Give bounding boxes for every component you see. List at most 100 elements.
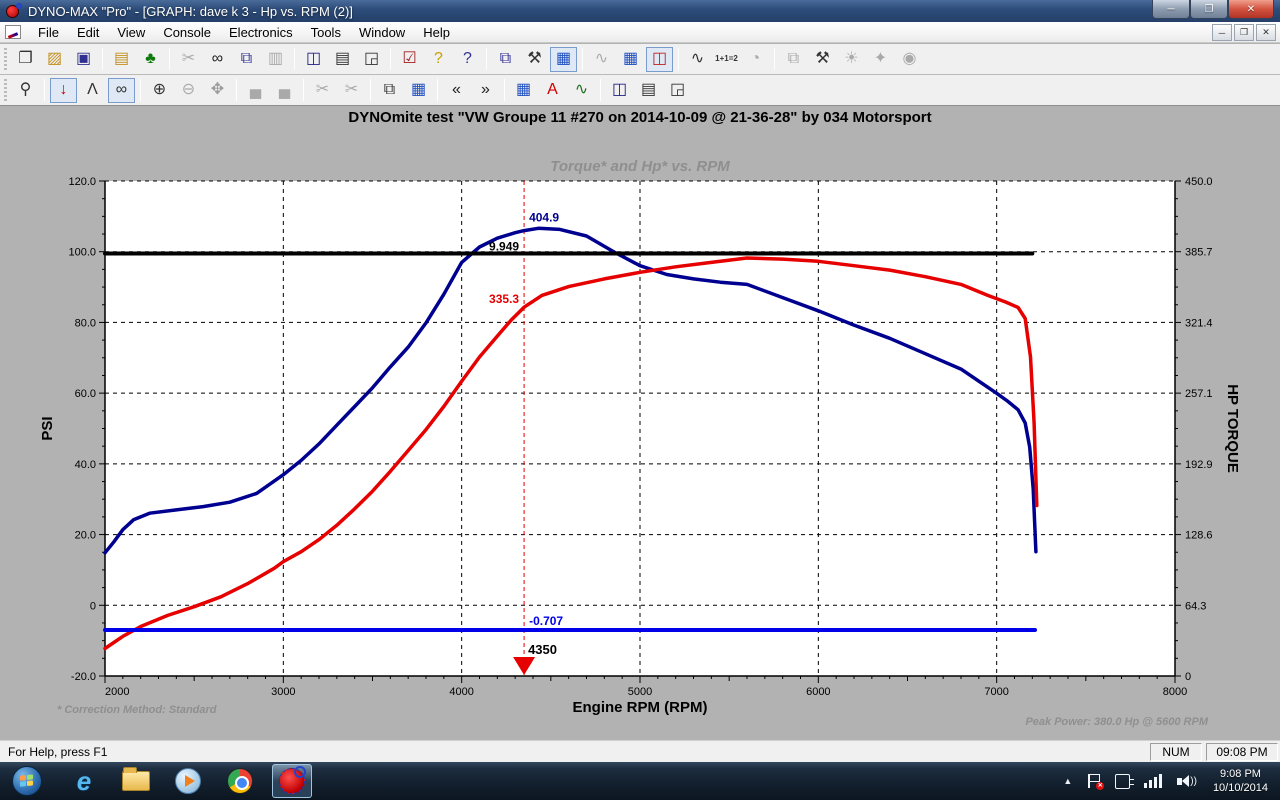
menu-window[interactable]: Window: [350, 23, 414, 42]
configure-2-button[interactable]: ⚒: [809, 47, 836, 72]
zoom-out-button: ⊖: [175, 78, 202, 103]
shift-down-button: ▄: [271, 78, 298, 103]
gauge-button: ◔: [742, 47, 769, 72]
dyno-max-icon: [279, 768, 305, 794]
clock[interactable]: 9:08 PM 10/10/2014: [1205, 767, 1280, 795]
waveform-button[interactable]: ∿: [684, 47, 711, 72]
graph-colors-button[interactable]: ▦: [510, 78, 537, 103]
toolbar-grip-2[interactable]: [4, 79, 7, 101]
x-tick-label: 8000: [1163, 686, 1187, 698]
torque-cursor-value: 404.9: [529, 211, 559, 225]
left-tick-label: 0: [90, 600, 96, 612]
new-document-button[interactable]: ❐: [12, 47, 39, 72]
safely-remove-icon[interactable]: [1115, 774, 1130, 789]
preview-2-button[interactable]: ◲: [664, 78, 691, 103]
toolbar-separator: [102, 48, 103, 70]
start-button[interactable]: [12, 766, 42, 796]
left-tick-label: 100.0: [68, 247, 96, 259]
cut-button: ✂: [175, 47, 202, 72]
toolbar-grip[interactable]: [4, 48, 7, 70]
toolbar-separator: [774, 48, 775, 70]
status-clock: 09:08 PM: [1206, 743, 1278, 761]
graph-appearance-button[interactable]: ▦: [550, 47, 577, 72]
tree-view-button[interactable]: ♣: [137, 47, 164, 72]
run-checklist-button[interactable]: ☑: [396, 47, 423, 72]
menu-edit[interactable]: Edit: [68, 23, 108, 42]
open-file-button[interactable]: ▨: [41, 47, 68, 72]
cascade-small-button[interactable]: ⧉: [376, 78, 403, 103]
child-window-icon[interactable]: [5, 25, 21, 39]
pin-button[interactable]: ⚲: [12, 78, 39, 103]
correction-footnote: * Correction Method: Standard: [57, 704, 217, 716]
data-grid-button[interactable]: ▦: [617, 47, 644, 72]
taskbar-chrome[interactable]: [220, 764, 260, 798]
overlay-runs-button[interactable]: ∿: [568, 78, 595, 103]
system-tray: ▲ ✕ )) 9:08 PM 10/10/2014: [1055, 767, 1280, 795]
toolbar-separator: [486, 48, 487, 70]
cursor-drop-button[interactable]: ↓: [50, 78, 77, 103]
context-help-button[interactable]: ?: [454, 47, 481, 72]
child-close-button[interactable]: ✕: [1256, 24, 1276, 41]
book-2-button[interactable]: ◫: [606, 78, 633, 103]
trim-start-button: ✂: [309, 78, 336, 103]
cascade-windows-button[interactable]: ⧉: [492, 47, 519, 72]
chart-plot[interactable]: 2000300040005000600070008000120.0100.080…: [0, 106, 1280, 740]
taskbar-windows-explorer[interactable]: [116, 764, 156, 798]
menu-help[interactable]: Help: [414, 23, 459, 42]
graph-page: DYNOmite test "VW Groupe 11 #270 on 2014…: [0, 106, 1280, 740]
prev-run-button[interactable]: «: [443, 78, 470, 103]
x-tick-label: 3000: [271, 686, 295, 698]
child-minimize-button[interactable]: ─: [1212, 24, 1232, 41]
save-button[interactable]: ▣: [70, 47, 97, 72]
close-button[interactable]: ✕: [1228, 0, 1274, 19]
menu-console[interactable]: Console: [154, 23, 220, 42]
restore-button[interactable]: ❐: [1190, 0, 1228, 19]
action-center-icon[interactable]: ✕: [1087, 773, 1101, 789]
menu-electronics[interactable]: Electronics: [220, 23, 302, 42]
right-tick-label: 385.7: [1185, 247, 1213, 259]
find-button[interactable]: ∞: [204, 47, 231, 72]
child-restore-button[interactable]: ❐: [1234, 24, 1254, 41]
hp-cursor-value: 335.3: [489, 292, 519, 306]
x-tick-label: 2000: [105, 686, 129, 698]
trim-end-button: ✂: [338, 78, 365, 103]
tray-expand-icon[interactable]: ▲: [1055, 776, 1080, 786]
pan-button: ✥: [204, 78, 231, 103]
next-run-button[interactable]: »: [472, 78, 499, 103]
copy-button[interactable]: ⧉: [233, 47, 260, 72]
open-project-button[interactable]: ▤: [108, 47, 135, 72]
taskbar-dyno-max-active[interactable]: [272, 764, 312, 798]
menu-tools[interactable]: Tools: [302, 23, 350, 42]
book-button[interactable]: ◫: [300, 47, 327, 72]
left-tick-label: 80.0: [75, 317, 96, 329]
main-toolbar: ❐▨▣▤♣✂∞⧉▥◫▤◲☑??⧉⚒▦∿▦◫∿1+1=2◔⧉⚒☀✦◉: [0, 44, 1280, 75]
zoom-in-button[interactable]: ⊕: [146, 78, 173, 103]
configure-hardware-button[interactable]: ⚒: [521, 47, 548, 72]
split-graph-button[interactable]: ◫: [646, 47, 673, 72]
minimize-button[interactable]: ─: [1152, 0, 1190, 19]
taskbar-media-player[interactable]: [168, 764, 208, 798]
cursor-rpm-label: 4350: [528, 642, 557, 657]
inspect-glasses-button[interactable]: ∞: [108, 78, 135, 103]
right-tick-label: 192.9: [1185, 459, 1213, 471]
app-icon: [6, 3, 22, 19]
font-button[interactable]: A: [539, 78, 566, 103]
x-tick-label: 7000: [984, 686, 1008, 698]
left-tick-label: 120.0: [68, 176, 96, 188]
media-player-icon: [175, 768, 201, 794]
print-button[interactable]: ▤: [329, 47, 356, 72]
menu-file[interactable]: File: [29, 23, 68, 42]
graph-toolbar: ⚲↓Λ∞⊕⊖✥▄▄✂✂⧉▦«»▦A∿◫▤◲: [0, 75, 1280, 106]
table-button[interactable]: ▦: [405, 78, 432, 103]
network-signal-icon[interactable]: [1144, 774, 1162, 788]
taskbar-internet-explorer[interactable]: e: [64, 764, 104, 798]
toolbar-separator: [390, 48, 391, 70]
volume-icon[interactable]: )): [1177, 775, 1197, 787]
print-2-button[interactable]: ▤: [635, 78, 662, 103]
print-preview-button[interactable]: ◲: [358, 47, 385, 72]
calipers-button[interactable]: Λ: [79, 78, 106, 103]
help-button[interactable]: ?: [425, 47, 452, 72]
math-channels-button[interactable]: 1+1=2: [713, 47, 740, 72]
menu-view[interactable]: View: [108, 23, 154, 42]
cascade-2-button: ⧉: [780, 47, 807, 72]
